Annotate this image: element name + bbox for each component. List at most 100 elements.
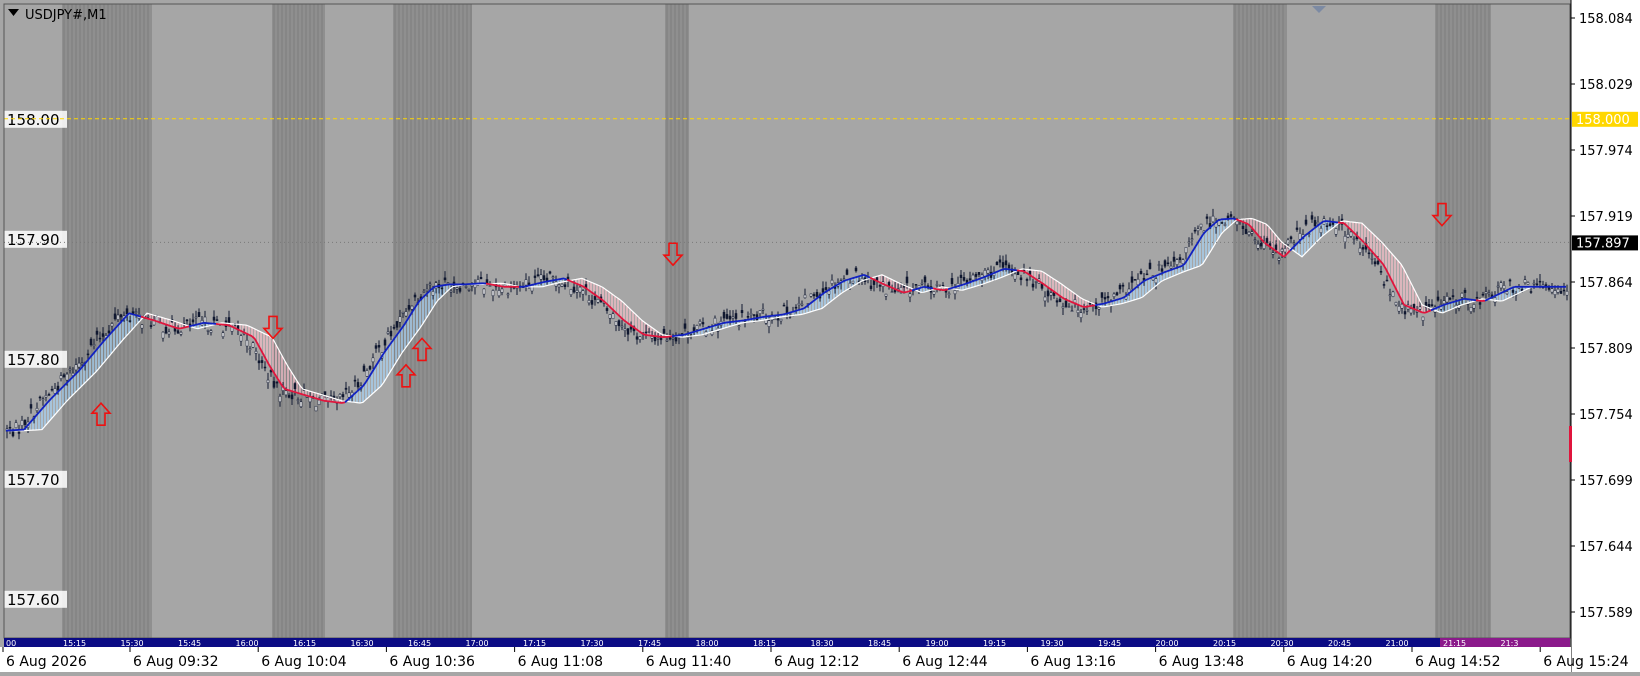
ma-fast-segment: [1104, 303, 1107, 304]
candle-body: [1437, 297, 1439, 300]
session-label: 19:45: [1098, 639, 1121, 648]
candle-body: [45, 395, 47, 397]
ma-fast-segment: [1179, 266, 1182, 267]
candle-body: [1362, 247, 1364, 249]
chart-window[interactable]: 158.00157.90157.80157.70157.60 USDJPY#,M…: [0, 0, 1640, 672]
candle-body: [18, 431, 20, 433]
candle-body: [1119, 285, 1121, 289]
ma-fast-segment: [1107, 302, 1110, 303]
candle-body: [129, 321, 131, 322]
candle-body: [645, 332, 647, 333]
candle-body: [1014, 274, 1016, 279]
level-price-label: 158.000: [1576, 113, 1630, 128]
ma-fast-segment: [960, 285, 963, 286]
ma-fast-segment: [909, 290, 912, 291]
candle-body: [1329, 224, 1331, 226]
candle-body: [561, 284, 563, 286]
candle-body: [1299, 233, 1301, 239]
ma-fast-segment: [1218, 219, 1221, 220]
ma-fast-segment: [1113, 300, 1116, 301]
ma-fast-segment: [180, 328, 183, 329]
candle-body: [924, 277, 926, 282]
ma-fast-segment: [285, 389, 288, 390]
x-tick-label: 6 Aug 10:36: [389, 654, 475, 670]
candle-body: [423, 291, 425, 292]
candle-body: [1470, 307, 1472, 311]
candle-body: [879, 285, 881, 286]
ma-fast-segment: [801, 308, 804, 309]
ma-fast-segment: [159, 322, 162, 323]
candle-body: [408, 305, 410, 309]
candle-body: [783, 305, 785, 306]
candle-body: [1281, 249, 1283, 251]
candle-body: [627, 329, 629, 335]
candle-body: [1377, 261, 1379, 264]
ma-fast-segment: [168, 325, 171, 326]
x-tick-label: 6 Aug 09:32: [133, 654, 219, 670]
session-label: 18:00: [696, 639, 719, 648]
ma-fast-segment: [558, 279, 561, 280]
ma-fast-segment: [999, 270, 1002, 271]
ma-fast-segment: [300, 394, 303, 395]
ma-fast-segment: [318, 399, 321, 400]
candle-body: [1485, 292, 1487, 294]
current-price-label: 157.897: [1576, 236, 1630, 251]
candle-body: [1200, 224, 1202, 227]
candle-body: [753, 315, 755, 316]
ma-fast-segment: [195, 324, 198, 325]
candle-body: [1293, 243, 1295, 244]
candle-body: [1212, 216, 1214, 222]
candle-body: [963, 277, 965, 280]
ma-fast-segment: [744, 320, 747, 321]
candle-body: [954, 290, 956, 294]
ma-fast-segment: [1239, 220, 1242, 221]
candle-body: [1017, 271, 1019, 275]
ma-fast-segment: [147, 318, 150, 319]
candle-body: [984, 270, 986, 276]
candle-body: [1008, 265, 1010, 268]
ma-fast-segment: [849, 278, 852, 279]
candle-body: [885, 294, 887, 296]
ma-fast-segment: [1095, 305, 1098, 306]
ma-fast-segment: [141, 317, 144, 318]
shaded-session-5: [1435, 4, 1491, 638]
ma-fast-segment: [1413, 309, 1416, 310]
ma-fast-segment: [144, 318, 147, 319]
ma-fast-segment: [495, 285, 498, 286]
candle-body: [936, 284, 938, 285]
candle-body: [1098, 307, 1100, 309]
ma-fast-segment: [978, 278, 981, 279]
candle-body: [186, 320, 188, 321]
candle-body: [90, 339, 92, 345]
candle-body: [1206, 217, 1208, 219]
candle-body: [1044, 297, 1046, 301]
candle-body: [1353, 238, 1355, 239]
candle-body: [1113, 294, 1115, 297]
candle-body: [1557, 289, 1559, 292]
y-tick-label: 157.644: [1579, 540, 1633, 555]
candle-body: [291, 395, 293, 399]
candle-body: [1251, 232, 1253, 234]
candle-body: [1071, 311, 1073, 312]
candle-body: [1335, 228, 1337, 234]
candle-body: [390, 331, 392, 336]
candle-body: [465, 286, 467, 287]
price-axis-panel[interactable]: [1571, 0, 1640, 672]
candle-body: [606, 308, 608, 310]
candle-body: [54, 388, 56, 393]
candle-body: [1065, 301, 1067, 307]
candle-body: [648, 331, 650, 332]
ma-fast-segment: [795, 310, 798, 311]
candle-body: [1035, 281, 1037, 282]
price-chart[interactable]: 158.00157.90157.80157.70157.60 USDJPY#,M…: [0, 0, 1640, 672]
candle-body: [951, 278, 953, 283]
candle-body: [666, 340, 668, 341]
candle-body: [1533, 283, 1535, 284]
candle-body: [597, 299, 599, 302]
candle-body: [822, 289, 824, 293]
candle-body: [1350, 232, 1352, 236]
ma-fast-segment: [135, 315, 138, 316]
ma-fast-segment: [174, 327, 177, 328]
candle-body: [1527, 282, 1529, 284]
ma-fast-segment: [933, 288, 936, 289]
